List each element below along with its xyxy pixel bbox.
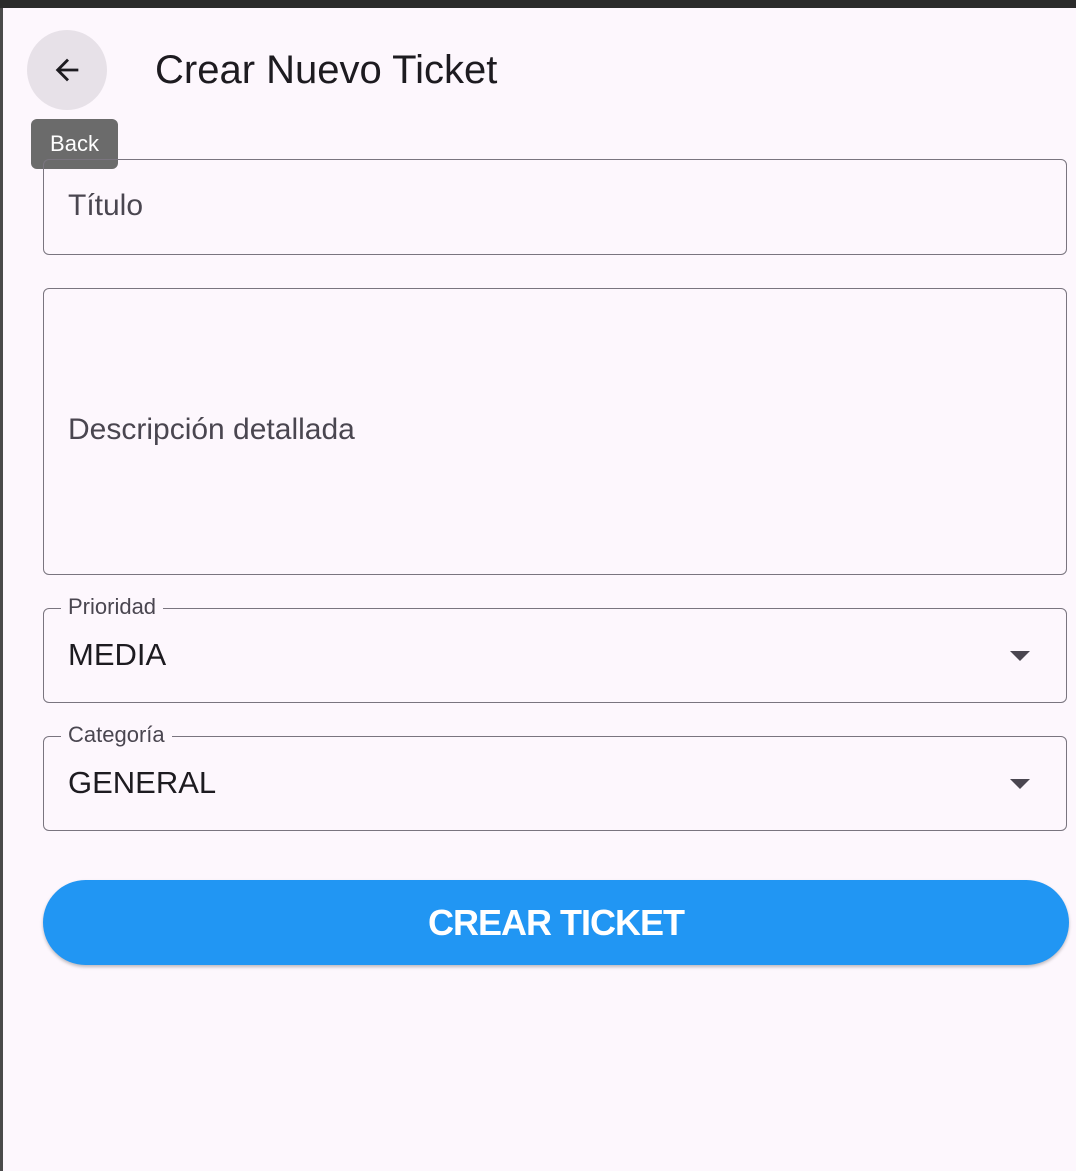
priority-select[interactable]: Prioridad MEDIA xyxy=(43,593,1067,703)
priority-label: Prioridad xyxy=(61,593,164,621)
create-ticket-button[interactable]: CREAR TICKET xyxy=(43,880,1069,965)
description-field[interactable]: Descripción detallada xyxy=(43,288,1067,575)
window-left-edge xyxy=(0,8,3,1171)
category-label: Categoría xyxy=(61,721,172,749)
arrow-left-icon xyxy=(50,53,84,87)
window-top-edge xyxy=(0,0,1076,8)
page-title: Crear Nuevo Ticket xyxy=(155,48,498,92)
priority-value: MEDIA xyxy=(68,637,167,672)
dropdown-arrow-icon xyxy=(1010,779,1030,789)
back-button[interactable] xyxy=(27,30,107,110)
title-field[interactable]: Título xyxy=(43,159,1067,255)
title-placeholder: Título xyxy=(68,189,144,222)
category-value: GENERAL xyxy=(68,765,217,800)
description-placeholder: Descripción detallada xyxy=(68,413,355,446)
dropdown-arrow-icon xyxy=(1010,651,1030,661)
category-select[interactable]: Categoría GENERAL xyxy=(43,721,1067,831)
